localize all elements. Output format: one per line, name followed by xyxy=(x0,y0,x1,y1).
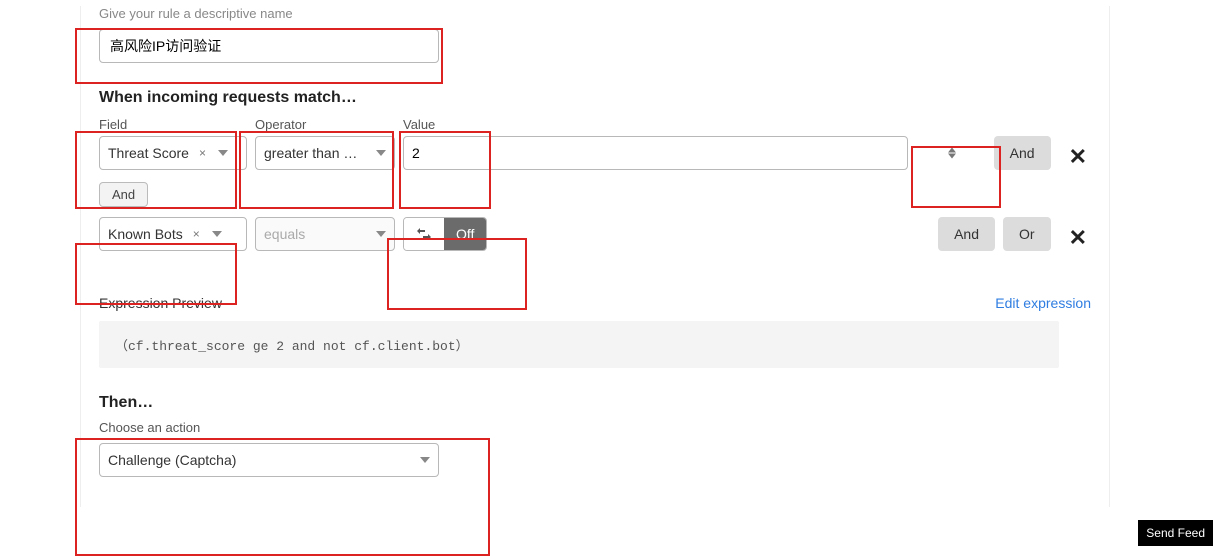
rule-builder: Give your rule a descriptive name When i… xyxy=(80,6,1110,507)
clear-icon[interactable]: × xyxy=(199,146,206,160)
stepper-up-icon[interactable] xyxy=(948,148,956,153)
send-feedback-button[interactable]: Send Feed xyxy=(1138,520,1213,546)
condition-row: Field Threat Score × Operator greater th… xyxy=(99,117,1091,170)
value-toggle[interactable]: Off xyxy=(403,217,487,251)
value-input[interactable] xyxy=(403,136,908,170)
edit-expression-link[interactable]: Edit expression xyxy=(995,295,1091,311)
stepper-down-icon[interactable] xyxy=(948,154,956,159)
field-select[interactable]: Threat Score × xyxy=(99,136,247,170)
and-button[interactable]: And xyxy=(994,136,1051,170)
action-select-value: Challenge (Captcha) xyxy=(108,452,236,468)
choose-action-label: Choose an action xyxy=(99,420,1091,435)
toggle-off[interactable]: Off xyxy=(444,218,486,250)
remove-row-button[interactable]: ✕ xyxy=(1065,144,1091,170)
rule-name-input[interactable] xyxy=(99,29,439,63)
match-heading: When incoming requests match… xyxy=(99,89,1091,107)
field-select[interactable]: Known Bots × xyxy=(99,217,247,251)
and-button[interactable]: And xyxy=(938,217,995,251)
remove-row-button[interactable]: ✕ xyxy=(1065,225,1091,251)
expression-preview-label: Expression Preview xyxy=(99,295,222,311)
operator-select-value: equals xyxy=(264,226,305,242)
chevron-down-icon xyxy=(376,231,386,237)
field-select-value: Threat Score xyxy=(108,145,189,161)
field-select-value: Known Bots xyxy=(108,226,183,242)
chevron-down-icon xyxy=(376,150,386,156)
then-heading: Then… xyxy=(99,394,1091,412)
value-label: Value xyxy=(403,117,960,132)
condition-row: Known Bots × equals Off xyxy=(99,217,1091,251)
or-button[interactable]: Or xyxy=(1003,217,1051,251)
operator-label: Operator xyxy=(255,117,395,132)
swap-icon[interactable] xyxy=(404,218,444,250)
chevron-down-icon xyxy=(420,457,430,463)
chevron-down-icon xyxy=(218,150,228,156)
field-label: Field xyxy=(99,117,247,132)
operator-select[interactable]: greater than … xyxy=(255,136,395,170)
clear-icon[interactable]: × xyxy=(193,227,200,241)
chain-connector: And xyxy=(99,182,148,207)
operator-select: equals xyxy=(255,217,395,251)
chevron-down-icon xyxy=(212,231,222,237)
expression-preview: （cf.threat_score ge 2 and not cf.client.… xyxy=(99,321,1059,368)
rule-name-hint: Give your rule a descriptive name xyxy=(99,6,1091,21)
action-select[interactable]: Challenge (Captcha) xyxy=(99,443,439,477)
operator-select-value: greater than … xyxy=(264,145,357,161)
